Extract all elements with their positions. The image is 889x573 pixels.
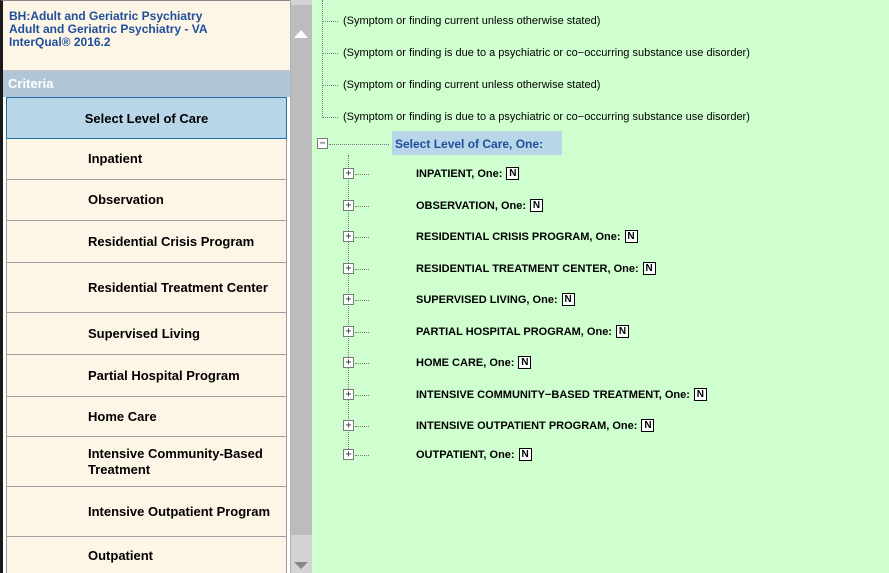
expand-toggle-icon[interactable]: + [343, 389, 354, 400]
tree-connector [355, 455, 369, 456]
nav-item-select-level-of-care[interactable]: Select Level of Care [6, 97, 287, 139]
note-text: (Symptom or finding is due to a psychiat… [343, 111, 750, 123]
note-badge-icon[interactable]: N [561, 293, 575, 306]
tree-connector [355, 237, 369, 238]
tree-connector [322, 117, 338, 118]
nav-item-home-care[interactable]: Home Care [6, 397, 287, 437]
tree-node-residential-treatment-center[interactable]: RESIDENTIAL TREATMENT CENTER, One: N [416, 262, 656, 275]
criteria-tree-panel: (Symptom or finding current unless other… [312, 0, 889, 573]
nav-item-inpatient[interactable]: Inpatient [6, 139, 287, 180]
note-badge-icon[interactable]: N [530, 199, 544, 212]
tree-node-residential-crisis-program[interactable]: RESIDENTIAL CRISIS PROGRAM, One: N [416, 230, 638, 243]
expand-toggle-icon[interactable]: + [343, 357, 354, 368]
nav-item-partial-hospital-program[interactable]: Partial Hospital Program [6, 355, 287, 397]
tree-connector [355, 206, 369, 207]
tree-connector [355, 426, 369, 427]
tree-connector [322, 85, 338, 86]
node-label: INTENSIVE COMMUNITY−BASED TREATMENT, One… [416, 388, 690, 401]
note-badge-icon[interactable]: N [518, 448, 532, 461]
sidebar-scrollbar[interactable] [290, 0, 312, 573]
note-badge-icon[interactable]: N [642, 262, 656, 275]
criteria-header: Criteria [3, 71, 290, 97]
document-version: InterQual® 2016.2 [9, 35, 111, 49]
nav-item-residential-treatment-center[interactable]: Residential Treatment Center [6, 263, 287, 313]
tree-node-partial-hospital-program[interactable]: PARTIAL HOSPITAL PROGRAM, One: N [416, 325, 629, 338]
expand-toggle-icon[interactable]: + [343, 326, 354, 337]
tree-node-intensive-outpatient-program[interactable]: INTENSIVE OUTPATIENT PROGRAM, One: N [416, 419, 655, 432]
tree-connector [322, 0, 323, 118]
note-badge-icon[interactable]: N [518, 356, 532, 369]
scroll-down-icon[interactable] [294, 562, 308, 569]
expand-toggle-icon[interactable]: + [343, 168, 354, 179]
expand-toggle-icon[interactable]: + [343, 263, 354, 274]
tree-node-inpatient[interactable]: INPATIENT, One: N [416, 167, 520, 180]
nav-item-intensive-outpatient-program[interactable]: Intensive Outpatient Program [6, 487, 287, 537]
expand-toggle-icon[interactable]: + [343, 449, 354, 460]
tree-connector [322, 53, 338, 54]
expand-toggle-icon[interactable]: + [343, 294, 354, 305]
tree-node-select-level-of-care[interactable]: Select Level of Care, One: [392, 131, 562, 155]
tree-connector [355, 174, 369, 175]
tree-connector [355, 395, 369, 396]
tree-node-observation[interactable]: OBSERVATION, One: N [416, 199, 544, 212]
expand-toggle-icon[interactable]: + [343, 200, 354, 211]
node-label: INPATIENT, One: [416, 167, 503, 180]
sidebar: BH:Adult and Geriatric Psychiatry Adult … [0, 0, 290, 573]
node-label: HOME CARE, One: [416, 356, 515, 369]
nav-item-supervised-living[interactable]: Supervised Living [6, 313, 287, 355]
scroll-up-icon[interactable] [294, 30, 308, 38]
nav-item-residential-crisis-program[interactable]: Residential Crisis Program [6, 221, 287, 263]
note-text: (Symptom or finding is due to a psychiat… [343, 47, 750, 59]
note-badge-icon[interactable]: N [624, 230, 638, 243]
tree-node-supervised-living[interactable]: SUPERVISED LIVING, One: N [416, 293, 575, 306]
tree-connector [355, 332, 369, 333]
tree-node-home-care[interactable]: HOME CARE, One: N [416, 356, 532, 369]
note-badge-icon[interactable]: N [615, 325, 629, 338]
node-label: SUPERVISED LIVING, One: [416, 293, 558, 306]
nav-item-outpatient[interactable]: Outpatient [6, 537, 287, 573]
document-header: BH:Adult and Geriatric Psychiatry Adult … [3, 1, 290, 71]
note-text: (Symptom or finding current unless other… [343, 15, 601, 27]
nav-item-intensive-community-based-treatment[interactable]: Intensive Community-Based Treatment [6, 437, 287, 487]
note-badge-icon[interactable]: N [641, 419, 655, 432]
tree-connector [355, 269, 369, 270]
tree-connector [329, 144, 389, 145]
expand-toggle-icon[interactable]: + [343, 231, 354, 242]
note-text: (Symptom or finding current unless other… [343, 79, 601, 91]
note-badge-icon[interactable]: N [506, 167, 520, 180]
scrollbar-thumb[interactable] [291, 5, 312, 535]
tree-connector [355, 300, 369, 301]
tree-node-outpatient[interactable]: OUTPATIENT, One: N [416, 448, 532, 461]
tree-connector [355, 363, 369, 364]
node-label: OBSERVATION, One: [416, 199, 527, 212]
note-badge-icon[interactable]: N [693, 388, 707, 401]
expand-toggle-icon[interactable]: + [343, 420, 354, 431]
tree-node-intensive-community-based-treatment[interactable]: INTENSIVE COMMUNITY−BASED TREATMENT, One… [416, 388, 707, 401]
tree-connector [322, 21, 338, 22]
node-label: RESIDENTIAL CRISIS PROGRAM, One: [416, 230, 621, 243]
collapse-toggle-icon[interactable]: − [317, 138, 328, 149]
node-label: PARTIAL HOSPITAL PROGRAM, One: [416, 325, 612, 338]
node-label: RESIDENTIAL TREATMENT CENTER, One: [416, 262, 639, 275]
node-label: OUTPATIENT, One: [416, 448, 515, 461]
nav-item-observation[interactable]: Observation [6, 180, 287, 221]
node-label: INTENSIVE OUTPATIENT PROGRAM, One: [416, 419, 638, 432]
